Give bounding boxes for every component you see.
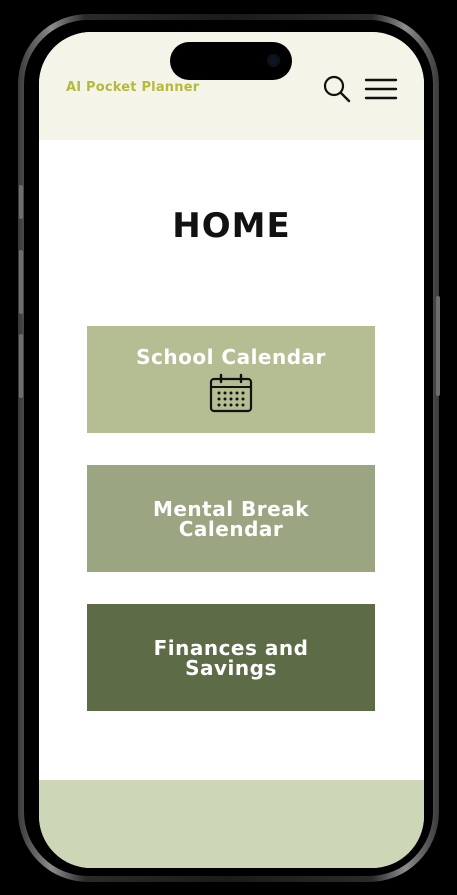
app-header: AI Pocket Planner bbox=[39, 32, 424, 140]
calendar-icon bbox=[209, 373, 253, 412]
search-icon bbox=[323, 75, 351, 103]
volume-up-button bbox=[19, 250, 23, 314]
finances-and-savings-button[interactable]: Finances and Savings bbox=[87, 604, 375, 711]
search-button[interactable] bbox=[322, 74, 352, 104]
school-calendar-button[interactable]: School Calendar bbox=[87, 326, 375, 433]
power-button bbox=[436, 296, 440, 396]
school-calendar-label: School Calendar bbox=[136, 344, 326, 369]
hamburger-menu-icon bbox=[364, 78, 398, 100]
action-button bbox=[19, 185, 23, 219]
app-title[interactable]: AI Pocket Planner bbox=[66, 80, 199, 95]
menu-button[interactable] bbox=[364, 76, 398, 102]
page-title: HOME bbox=[172, 206, 291, 246]
finances-and-savings-label: Finances and Savings bbox=[153, 635, 309, 680]
phone-screen: AI Pocket Planner HOME School Calendar M… bbox=[39, 32, 424, 868]
volume-down-button bbox=[19, 334, 23, 398]
mental-break-calendar-label: Mental Break Calendar bbox=[152, 496, 310, 541]
mental-break-calendar-button[interactable]: Mental Break Calendar bbox=[87, 465, 375, 572]
app-footer bbox=[39, 780, 424, 868]
front-camera bbox=[267, 54, 280, 67]
dynamic-island bbox=[170, 42, 292, 80]
